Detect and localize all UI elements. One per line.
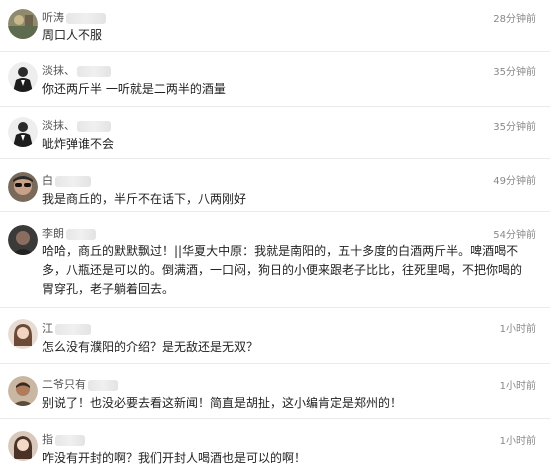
blurred-name <box>66 228 96 240</box>
blurred-name <box>77 120 111 132</box>
username[interactable]: 二爷只有 <box>42 376 118 392</box>
comment-text: 我是商丘的，半斤不在话下，八两刚好 <box>42 192 247 206</box>
comment-text: 咋没有开封的啊？我们开封人喝酒也是可以的啊！ <box>42 451 307 465</box>
avatar-woman-icon[interactable] <box>8 319 38 349</box>
avatar-landscape-icon[interactable] <box>8 9 38 39</box>
avatar-man-portrait-icon[interactable] <box>8 376 38 406</box>
comment-item: 淡抹、 35分钟前 你还两斤半 一听就是二两半的酒量 <box>0 52 550 107</box>
avatar-man-sunglasses-icon[interactable] <box>8 172 38 202</box>
avatar-man-suit-icon[interactable] <box>8 117 38 147</box>
comment-item: 李朗 54分钟前 哈哈，商丘的默默飘过！||华夏大中原：我就是南阳的，五十多度的… <box>0 212 550 308</box>
comment-item: 白 49分钟前 我是商丘的，半斤不在话下，八两刚好 <box>0 159 550 212</box>
timestamp: 49分钟前 <box>493 176 536 187</box>
blurred-name <box>55 175 91 187</box>
username[interactable]: 李朗 <box>42 225 96 241</box>
comment-text: 怎么没有濮阳的介绍？是无敌还是无双？ <box>42 340 259 354</box>
comment-item: 指 1小时前 咋没有开封的啊？我们开封人喝酒也是可以的啊！ <box>0 419 550 474</box>
username[interactable]: 江 <box>42 320 91 336</box>
blurred-name <box>88 379 118 391</box>
username[interactable]: 白 <box>42 172 91 188</box>
comment-item: 二爷只有 1小时前 别说了！也没必要去看这新闻！简直是胡扯，这小编肯定是郑州的！ <box>0 364 550 419</box>
timestamp: 28分钟前 <box>493 14 536 25</box>
blurred-name <box>66 12 106 24</box>
comment-text: 呲炸弹谁不会 <box>42 137 115 151</box>
timestamp: 1小时前 <box>499 436 536 447</box>
blurred-name <box>55 323 91 335</box>
timestamp: 35分钟前 <box>493 67 536 78</box>
username[interactable]: 淡抹、 <box>42 62 111 78</box>
blurred-name <box>55 434 85 446</box>
comment-text: 周口人不服 <box>42 28 103 42</box>
comment-text: 别说了！也没必要去看这新闻！简直是胡扯，这小编肯定是郑州的！ <box>42 396 403 410</box>
username[interactable]: 指 <box>42 431 85 447</box>
comment-list: 听涛 28分钟前 周口人不服 淡抹、 35分钟前 你还两斤半 一听就是二两半的酒… <box>0 0 550 474</box>
comment-item: 淡抹、 35分钟前 呲炸弹谁不会 <box>0 107 550 159</box>
comment-item: 听涛 28分钟前 周口人不服 <box>0 0 550 52</box>
timestamp: 1小时前 <box>499 324 536 335</box>
comment-text: 你还两斤半 一听就是二两半的酒量 <box>42 82 226 96</box>
timestamp: 54分钟前 <box>493 230 536 241</box>
avatar-person-dark-icon[interactable] <box>8 225 38 255</box>
username[interactable]: 淡抹、 <box>42 117 111 133</box>
comment-text: 哈哈，商丘的默默飘过！||华夏大中原：我就是南阳的，五十多度的白酒两斤半。啤酒喝… <box>42 244 523 296</box>
avatar-man-suit-icon[interactable] <box>8 62 38 92</box>
comment-item: 江 1小时前 怎么没有濮阳的介绍？是无敌还是无双？ <box>0 308 550 364</box>
timestamp: 1小时前 <box>499 381 536 392</box>
username[interactable]: 听涛 <box>42 9 106 25</box>
avatar-woman-photo-icon[interactable] <box>8 431 38 461</box>
timestamp: 35分钟前 <box>493 122 536 133</box>
blurred-name <box>77 65 111 77</box>
